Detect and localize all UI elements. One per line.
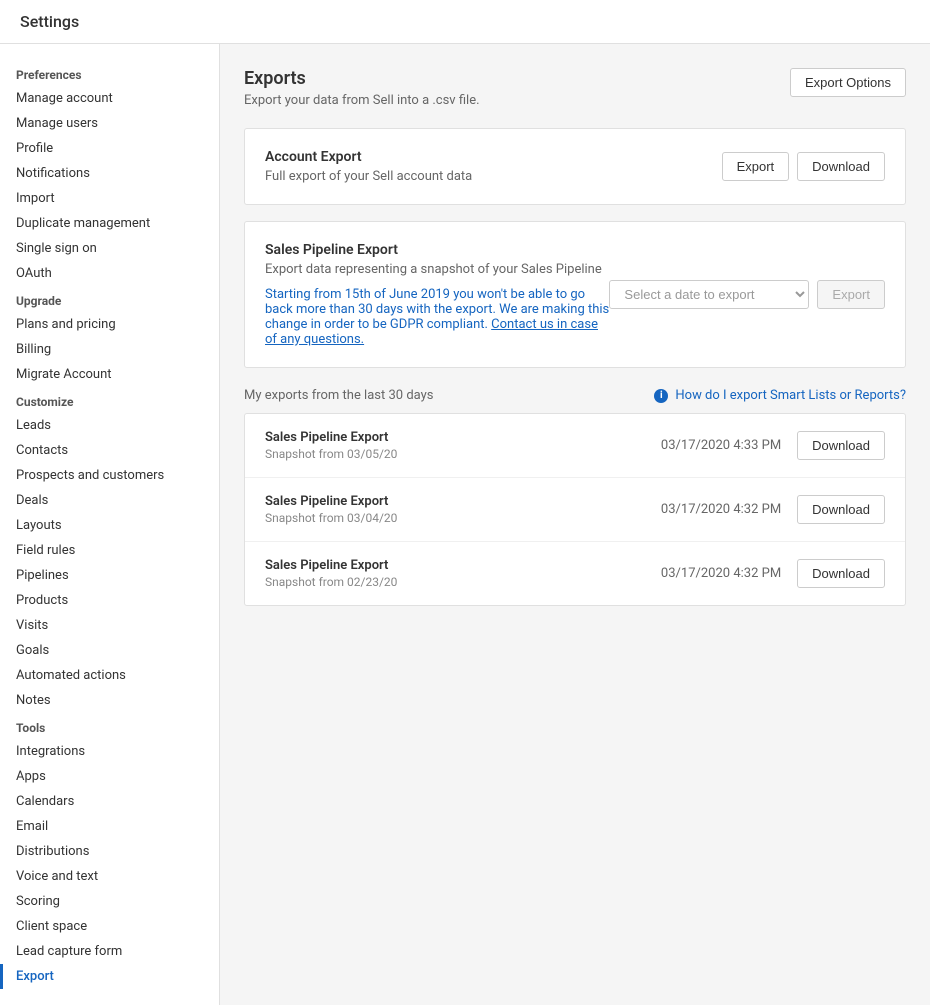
sidebar-item-calendars[interactable]: Calendars bbox=[0, 789, 219, 814]
sidebar-item-billing[interactable]: Billing bbox=[0, 337, 219, 362]
help-link[interactable]: i How do I export Smart Lists or Reports… bbox=[654, 388, 906, 403]
sidebar-item-goals[interactable]: Goals bbox=[0, 638, 219, 663]
sidebar-item-notifications[interactable]: Notifications bbox=[0, 161, 219, 186]
account-export-description: Full export of your Sell account data bbox=[265, 169, 472, 184]
exports-title: Exports bbox=[244, 68, 480, 89]
sales-pipeline-export-description: Export data representing a snapshot of y… bbox=[265, 262, 609, 277]
sidebar: Preferences Manage account Manage users … bbox=[0, 44, 220, 1005]
sidebar-item-prospects-customers[interactable]: Prospects and customers bbox=[0, 463, 219, 488]
page-title: Settings bbox=[20, 12, 79, 31]
sidebar-item-contacts[interactable]: Contacts bbox=[0, 438, 219, 463]
sidebar-item-products[interactable]: Products bbox=[0, 588, 219, 613]
export-row-title-3: Sales Pipeline Export bbox=[265, 558, 397, 573]
export-row-title-1: Sales Pipeline Export bbox=[265, 430, 397, 445]
sidebar-item-client-space[interactable]: Client space bbox=[0, 914, 219, 939]
sidebar-item-apps[interactable]: Apps bbox=[0, 764, 219, 789]
exports-list-label: My exports from the last 30 days bbox=[244, 388, 433, 403]
sidebar-item-voice-text[interactable]: Voice and text bbox=[0, 864, 219, 889]
sidebar-section-title-upgrade: Upgrade bbox=[0, 286, 219, 312]
sidebar-item-lead-capture-form[interactable]: Lead capture form bbox=[0, 939, 219, 964]
sales-pipeline-export-card-inner: Sales Pipeline Export Export data repres… bbox=[265, 242, 885, 347]
export-timestamp-3: 03/17/2020 4:32 PM bbox=[661, 566, 781, 581]
export-row-snapshot-2: Snapshot from 03/04/20 bbox=[265, 511, 397, 525]
exports-list: Sales Pipeline Export Snapshot from 03/0… bbox=[244, 413, 906, 606]
sidebar-item-manage-account[interactable]: Manage account bbox=[0, 86, 219, 111]
sidebar-item-pipelines[interactable]: Pipelines bbox=[0, 563, 219, 588]
export-row-snapshot-1: Snapshot from 03/05/20 bbox=[265, 447, 397, 461]
export-timestamp-1: 03/17/2020 4:33 PM bbox=[661, 438, 781, 453]
sidebar-item-duplicate-management[interactable]: Duplicate management bbox=[0, 211, 219, 236]
sidebar-item-distributions[interactable]: Distributions bbox=[0, 839, 219, 864]
sidebar-item-single-sign-on[interactable]: Single sign on bbox=[0, 236, 219, 261]
sidebar-section-title-tools: Tools bbox=[0, 713, 219, 739]
sidebar-item-deals[interactable]: Deals bbox=[0, 488, 219, 513]
sidebar-item-integrations[interactable]: Integrations bbox=[0, 739, 219, 764]
export-row-snapshot-3: Snapshot from 02/23/20 bbox=[265, 575, 397, 589]
export-row-info-2: Sales Pipeline Export Snapshot from 03/0… bbox=[265, 494, 397, 525]
sidebar-item-migrate-account[interactable]: Migrate Account bbox=[0, 362, 219, 387]
sidebar-section-preferences: Preferences Manage account Manage users … bbox=[0, 60, 219, 286]
main-content: Exports Export your data from Sell into … bbox=[220, 44, 930, 1005]
download-button-1[interactable]: Download bbox=[797, 431, 885, 460]
sidebar-item-layouts[interactable]: Layouts bbox=[0, 513, 219, 538]
export-row-right-1: 03/17/2020 4:33 PM Download bbox=[661, 431, 885, 460]
sidebar-item-manage-users[interactable]: Manage users bbox=[0, 111, 219, 136]
sidebar-section-title-preferences: Preferences bbox=[0, 60, 219, 86]
sidebar-item-notes[interactable]: Notes bbox=[0, 688, 219, 713]
account-export-title: Account Export bbox=[265, 149, 472, 165]
account-export-card-inner: Account Export Full export of your Sell … bbox=[265, 149, 885, 184]
download-button-2[interactable]: Download bbox=[797, 495, 885, 524]
sidebar-item-field-rules[interactable]: Field rules bbox=[0, 538, 219, 563]
page-header: Settings bbox=[0, 0, 930, 44]
sidebar-section-tools: Tools Integrations Apps Calendars Email … bbox=[0, 713, 219, 989]
sidebar-section-upgrade: Upgrade Plans and pricing Billing Migrat… bbox=[0, 286, 219, 387]
sidebar-section-title-customize: Customize bbox=[0, 387, 219, 413]
sidebar-item-profile[interactable]: Profile bbox=[0, 136, 219, 161]
sales-pipeline-export-card-body: Sales Pipeline Export Export data repres… bbox=[245, 222, 905, 367]
export-row-info-1: Sales Pipeline Export Snapshot from 03/0… bbox=[265, 430, 397, 461]
table-row: Sales Pipeline Export Snapshot from 02/2… bbox=[245, 542, 905, 605]
sidebar-section-customize: Customize Leads Contacts Prospects and c… bbox=[0, 387, 219, 713]
exports-heading: Exports Export your data from Sell into … bbox=[244, 68, 480, 108]
exports-subtitle: Export your data from Sell into a .csv f… bbox=[244, 93, 480, 108]
sidebar-item-export[interactable]: Export bbox=[0, 964, 219, 989]
export-row-title-2: Sales Pipeline Export bbox=[265, 494, 397, 509]
sales-pipeline-export-card: Sales Pipeline Export Export data repres… bbox=[244, 221, 906, 368]
download-button-3[interactable]: Download bbox=[797, 559, 885, 588]
export-row-info-3: Sales Pipeline Export Snapshot from 02/2… bbox=[265, 558, 397, 589]
account-export-button[interactable]: Export bbox=[722, 152, 790, 181]
date-select[interactable]: Select a date to export bbox=[609, 280, 809, 309]
export-row-right-2: 03/17/2020 4:32 PM Download bbox=[661, 495, 885, 524]
exports-header: Exports Export your data from Sell into … bbox=[244, 68, 906, 108]
table-row: Sales Pipeline Export Snapshot from 03/0… bbox=[245, 414, 905, 478]
sales-pipeline-export-info: Sales Pipeline Export Export data repres… bbox=[265, 242, 609, 347]
sales-pipeline-export-button: Export bbox=[817, 280, 885, 309]
sidebar-item-leads[interactable]: Leads bbox=[0, 413, 219, 438]
sidebar-item-scoring[interactable]: Scoring bbox=[0, 889, 219, 914]
info-icon: i bbox=[654, 389, 668, 403]
sales-pipeline-export-title: Sales Pipeline Export bbox=[265, 242, 609, 258]
sidebar-item-oauth[interactable]: OAuth bbox=[0, 261, 219, 286]
sidebar-item-email[interactable]: Email bbox=[0, 814, 219, 839]
export-options-button[interactable]: Export Options bbox=[790, 68, 906, 97]
sidebar-item-import[interactable]: Import bbox=[0, 186, 219, 211]
help-link-text: How do I export Smart Lists or Reports? bbox=[675, 388, 906, 403]
sidebar-item-plans-pricing[interactable]: Plans and pricing bbox=[0, 312, 219, 337]
account-export-card-body: Account Export Full export of your Sell … bbox=[245, 129, 905, 204]
account-download-button[interactable]: Download bbox=[797, 152, 885, 181]
sidebar-item-automated-actions[interactable]: Automated actions bbox=[0, 663, 219, 688]
sales-pipeline-export-actions: Select a date to export Export bbox=[609, 280, 885, 309]
account-export-card: Account Export Full export of your Sell … bbox=[244, 128, 906, 205]
account-export-actions: Export Download bbox=[722, 152, 885, 181]
sidebar-item-visits[interactable]: Visits bbox=[0, 613, 219, 638]
export-timestamp-2: 03/17/2020 4:32 PM bbox=[661, 502, 781, 517]
exports-list-header: My exports from the last 30 days i How d… bbox=[244, 388, 906, 403]
account-export-info: Account Export Full export of your Sell … bbox=[265, 149, 472, 184]
sales-pipeline-alert: Starting from 15th of June 2019 you won'… bbox=[265, 287, 609, 347]
export-row-right-3: 03/17/2020 4:32 PM Download bbox=[661, 559, 885, 588]
table-row: Sales Pipeline Export Snapshot from 03/0… bbox=[245, 478, 905, 542]
